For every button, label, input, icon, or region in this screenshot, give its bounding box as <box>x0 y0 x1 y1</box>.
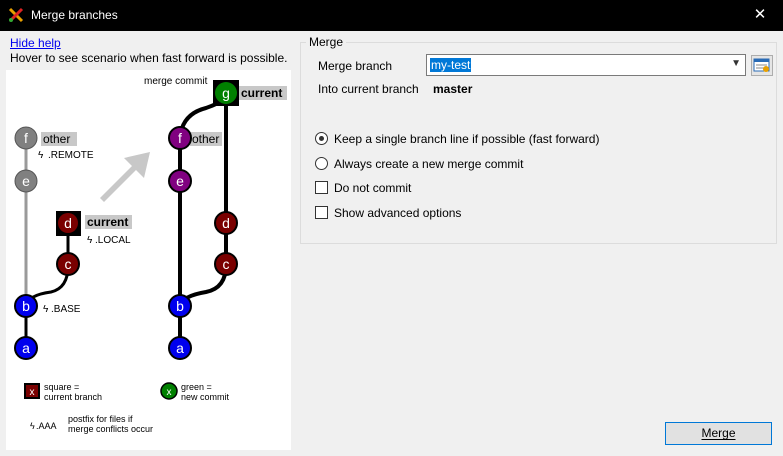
window-title: Merge branches <box>31 8 118 22</box>
legend-square-x: x <box>30 387 35 398</box>
branch-browser-icon <box>753 58 770 72</box>
legend-green-line1: green = <box>181 382 212 392</box>
commit-d-right: d <box>222 215 230 231</box>
merge-group-title: Merge <box>306 35 347 49</box>
commit-e-left: e <box>22 173 30 189</box>
merge-button[interactable]: Merge <box>665 422 772 445</box>
commit-g-right: g <box>222 85 230 101</box>
commit-c-left: c <box>65 256 72 272</box>
merge-diagram: other ϟ .REMOTE current ϟ .LOCAL ϟ .BASE… <box>6 70 291 450</box>
do-not-commit-label[interactable]: Do not commit <box>334 181 411 195</box>
merge-branch-value: my-test <box>430 58 472 72</box>
legend-green-x: x <box>167 387 172 398</box>
legend-bolt-icon: ϟ <box>30 421 35 431</box>
remote-bolt-icon: ϟ <box>38 150 44 161</box>
advanced-options-label[interactable]: Show advanced options <box>334 206 461 220</box>
legend-square-line1: square = <box>44 382 79 392</box>
merge-branch-label: Merge branch <box>318 59 393 73</box>
other-label-right: other <box>192 132 219 146</box>
legend-postfix-line1: postfix for files if <box>68 414 133 424</box>
legend-aaa: .AAA <box>36 421 57 431</box>
base-bolt-icon: ϟ <box>43 304 49 315</box>
merge-branch-select[interactable]: my-test ▼ <box>426 54 746 76</box>
other-label: other <box>43 132 70 146</box>
into-branch-value: master <box>433 82 473 96</box>
commit-f-left: f <box>24 130 28 146</box>
commit-a-right: a <box>176 340 184 356</box>
chevron-down-icon[interactable]: ▼ <box>731 58 741 69</box>
git-extensions-icon <box>8 7 24 23</box>
legend-postfix-line2: merge conflicts occur <box>68 424 153 434</box>
merge-button-label: Merge <box>701 426 736 440</box>
current-label-right: current <box>241 86 282 100</box>
commit-b-right: b <box>176 298 184 314</box>
remote-label: .REMOTE <box>48 150 94 161</box>
into-branch-label: Into current branch <box>318 82 419 96</box>
legend-green-line2: new commit <box>181 392 230 402</box>
fast-forward-label[interactable]: Keep a single branch line if possible (f… <box>334 132 599 146</box>
commit-f-right: f <box>178 130 182 146</box>
commit-c-right: c <box>223 256 230 272</box>
commit-d-left: d <box>64 215 72 231</box>
hide-help-link[interactable]: Hide help <box>10 36 61 50</box>
commit-e-right: e <box>176 173 184 189</box>
arrow-icon <box>100 152 150 202</box>
fast-forward-radio[interactable] <box>315 132 328 145</box>
do-not-commit-checkbox[interactable] <box>315 181 328 194</box>
close-button[interactable]: ✕ <box>737 0 783 31</box>
browse-branches-button[interactable] <box>751 55 773 76</box>
advanced-options-checkbox[interactable] <box>315 206 328 219</box>
local-label: .LOCAL <box>95 235 131 246</box>
always-new-commit-label[interactable]: Always create a new merge commit <box>334 157 523 171</box>
help-text: Hover to see scenario when fast forward … <box>10 51 288 65</box>
title-bar: Merge branches ✕ <box>0 0 783 31</box>
commit-a-left: a <box>22 340 30 356</box>
merge-commit-label: merge commit <box>144 76 208 87</box>
local-bolt-icon: ϟ <box>87 235 93 246</box>
current-label-left: current <box>87 215 128 229</box>
base-label: .BASE <box>51 304 81 315</box>
close-icon: ✕ <box>753 6 767 23</box>
legend-square-line2: current branch <box>44 392 102 402</box>
commit-b-left: b <box>22 298 30 314</box>
always-new-commit-radio[interactable] <box>315 157 328 170</box>
